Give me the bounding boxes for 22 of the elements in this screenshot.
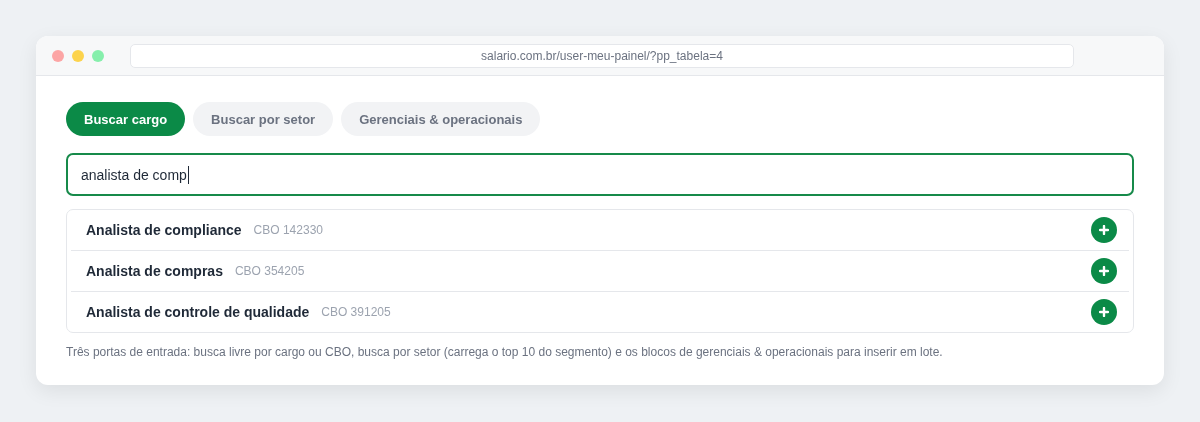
add-button[interactable] <box>1091 258 1117 284</box>
plus-icon <box>1099 225 1109 235</box>
result-title: Analista de compliance <box>86 222 242 238</box>
result-code: CBO 354205 <box>234 264 305 278</box>
text-cursor <box>187 165 189 184</box>
caption: Três portas de entrada: busca livre por cargo ou CBO, busca por setor (carrega o top 10 do segmento) e os blocos de gerenciais & operacionais para inserir em lote. <box>66 345 944 359</box>
maximize-dot-icon[interactable] <box>92 49 104 62</box>
plus-icon <box>1099 307 1109 317</box>
plus-icon <box>1099 266 1109 276</box>
search-field[interactable]: analista de comp <box>66 153 1134 196</box>
result-title: Analista de compras <box>86 263 223 279</box>
tab[interactable]: Gerenciais & operacionais <box>341 102 541 136</box>
add-button[interactable] <box>1091 217 1117 243</box>
result-title: Analista de controle de qualidade <box>86 304 310 320</box>
add-button[interactable] <box>1091 299 1117 325</box>
result-code: CBO 142330 <box>253 223 323 237</box>
address-bar[interactable]: salario.com.br/user-meu-painel/?pp_tabela=4 <box>130 43 1074 68</box>
tab[interactable]: Buscar por setor <box>193 102 334 136</box>
result-code: CBO 391205 <box>321 305 391 319</box>
minimize-dot-icon[interactable] <box>72 49 84 62</box>
close-dot-icon[interactable] <box>52 49 64 62</box>
tab[interactable]: Buscar cargo <box>66 102 186 136</box>
